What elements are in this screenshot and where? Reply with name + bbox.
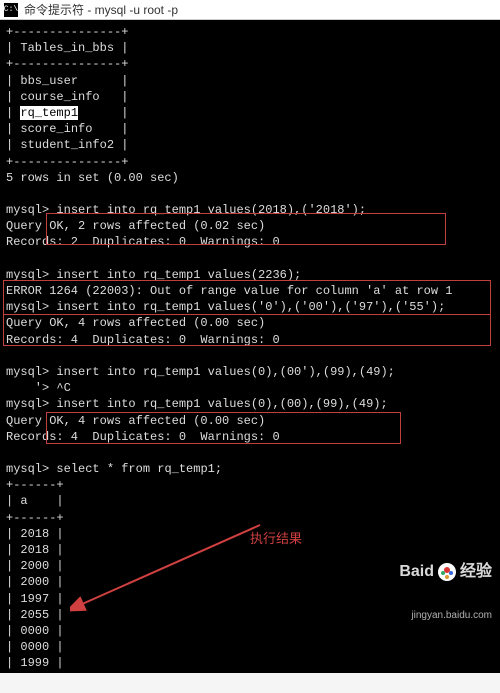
query-records: Records: 4 Duplicates: 0 Warnings: 0 xyxy=(6,333,280,347)
table-border: +---------------+ xyxy=(6,57,128,71)
query-result: Query OK, 4 rows affected (0.00 sec) xyxy=(6,316,265,330)
result-value: 0000 xyxy=(20,624,49,638)
sql-insert-2: insert into rq_temp1 values(2236); xyxy=(56,268,301,282)
query-result: Query OK, 2 rows affected (0.02 sec) xyxy=(6,219,265,233)
result-border: +------+ xyxy=(6,478,64,492)
error-message: ERROR 1264 (22003): Out of range value f… xyxy=(6,284,452,298)
terminal-output[interactable]: +---------------+ | Tables_in_bbs | +---… xyxy=(0,20,500,673)
sql-insert-4: insert into rq_temp1 values(0),(00'),(99… xyxy=(56,365,394,379)
prompt: mysql> xyxy=(6,203,49,217)
prompt: mysql> xyxy=(6,365,49,379)
table-row: course_info xyxy=(20,90,99,104)
sql-insert-1: insert into rq_temp1 values(2018),('2018… xyxy=(56,203,366,217)
result-value: 2000 xyxy=(20,559,49,573)
watermark: Baid 经验 jingyan.baidu.com xyxy=(399,533,492,651)
result-value: 1997 xyxy=(20,592,49,606)
table-row: score_info xyxy=(20,122,92,136)
result-value: 2000 xyxy=(20,575,49,589)
rowcount: 5 rows in set (0.00 sec) xyxy=(6,171,179,185)
sql-insert-3: insert into rq_temp1 values('0'),('00'),… xyxy=(56,300,445,314)
watermark-brand: Baid xyxy=(399,562,434,581)
query-records: Records: 4 Duplicates: 0 Warnings: 0 xyxy=(6,430,280,444)
prompt: mysql> xyxy=(6,300,49,314)
result-header: | a | xyxy=(6,494,64,508)
table-header: | Tables_in_bbs | xyxy=(6,41,128,55)
continuation-prompt: '> ^C xyxy=(6,381,71,395)
watermark-url: jingyan.baidu.com xyxy=(399,610,492,622)
table-row-highlighted: rq_temp1 xyxy=(20,106,78,120)
annotation-arrow-icon xyxy=(70,515,290,635)
window-title-bar: C:\ 命令提示符 - mysql -u root -p xyxy=(0,0,500,20)
sql-insert-5: insert into rq_temp1 values(0),(00),(99)… xyxy=(56,397,387,411)
prompt: mysql> xyxy=(6,397,49,411)
query-result: Query OK, 4 rows affected (0.00 sec) xyxy=(6,414,265,428)
result-value: 2049 xyxy=(20,673,49,674)
paw-icon xyxy=(438,563,456,581)
cmd-icon: C:\ xyxy=(4,3,18,17)
prompt: mysql> xyxy=(6,268,49,282)
table-row: bbs_user xyxy=(20,74,78,88)
prompt: mysql> xyxy=(6,462,49,476)
result-value: 2018 xyxy=(20,527,49,541)
result-value: 0000 xyxy=(20,640,49,654)
result-value: 1999 xyxy=(20,656,49,670)
query-records: Records: 2 Duplicates: 0 Warnings: 0 xyxy=(6,235,280,249)
result-value: 2055 xyxy=(20,608,49,622)
result-value: 2018 xyxy=(20,543,49,557)
result-border: +------+ xyxy=(6,511,64,525)
table-row: student_info2 xyxy=(20,138,114,152)
watermark-brand-suffix: 经验 xyxy=(460,562,492,581)
annotation-label: 执行结果 xyxy=(250,530,302,548)
table-border: +---------------+ xyxy=(6,25,128,39)
window-title: 命令提示符 - mysql -u root -p xyxy=(24,1,178,18)
table-border: +---------------+ xyxy=(6,155,128,169)
sql-select: select * from rq_temp1; xyxy=(56,462,222,476)
